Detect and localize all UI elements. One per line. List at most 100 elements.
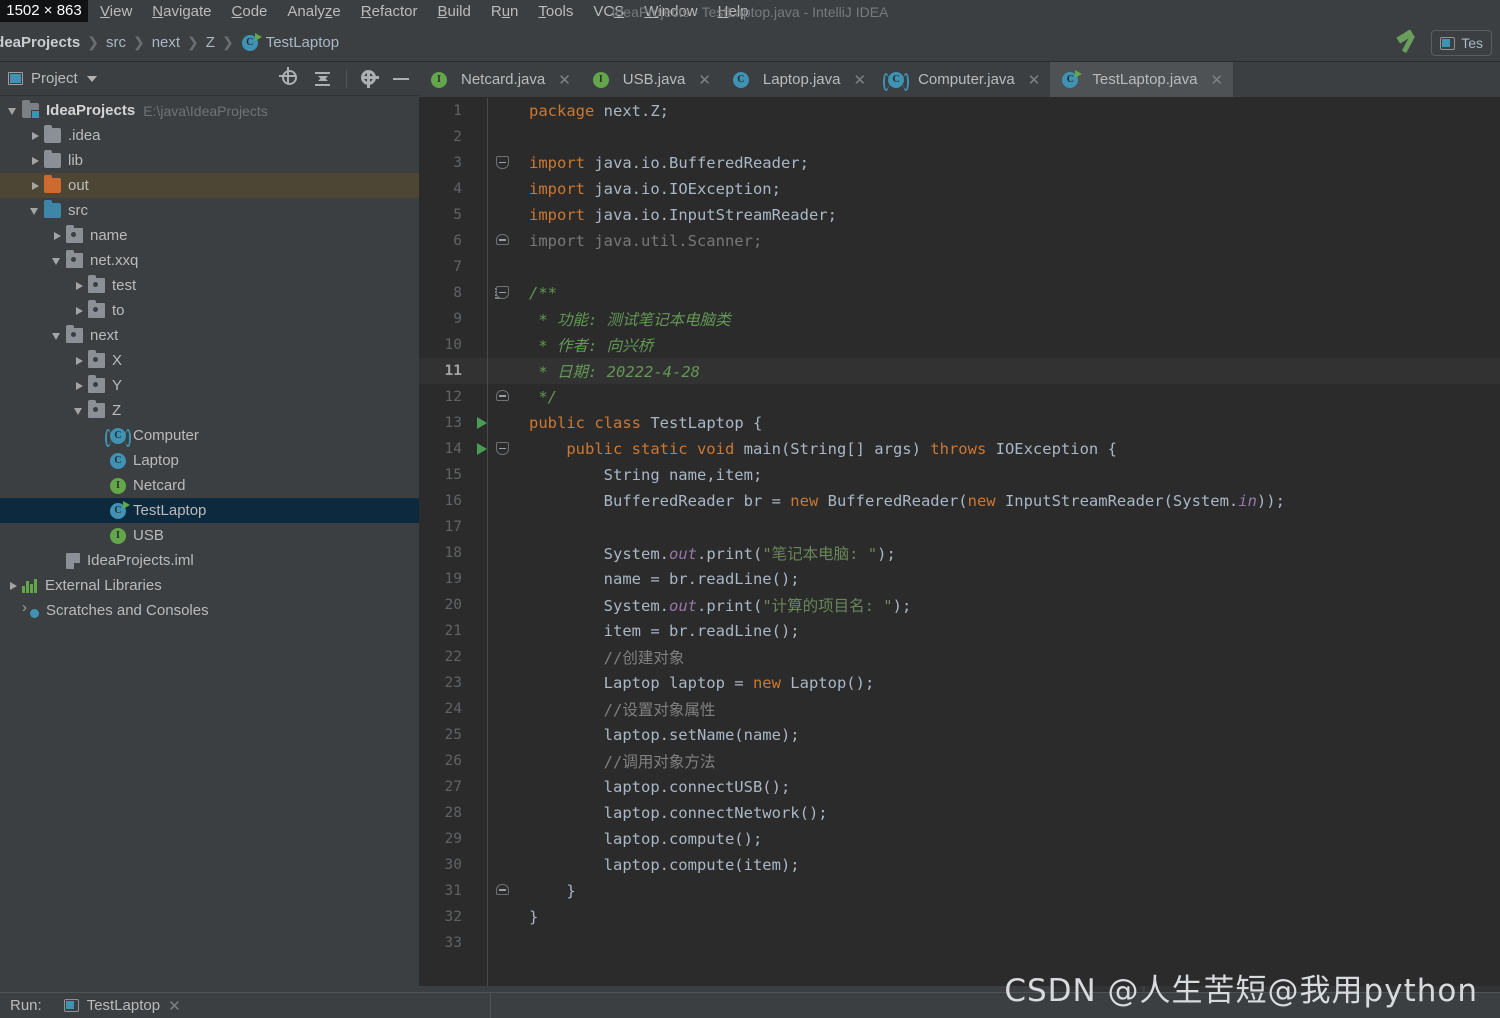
tree-item-ideaprojects-iml[interactable]: IdeaProjects.iml xyxy=(0,548,419,573)
code-text[interactable]: Laptop laptop = new Laptop(); xyxy=(519,674,1500,692)
code-text[interactable]: String name,item; xyxy=(519,466,1500,484)
gutter-markers[interactable] xyxy=(471,488,519,514)
menu-navigate[interactable]: Navigate xyxy=(142,0,221,24)
chevron-right-icon[interactable] xyxy=(28,129,42,143)
tree-item-scratches-and-consoles[interactable]: Scratches and Consoles xyxy=(0,598,419,623)
gutter-markers[interactable] xyxy=(471,202,519,228)
code-line[interactable]: 31 } xyxy=(419,878,1500,904)
gutter-markers[interactable] xyxy=(471,254,519,280)
gutter-markers[interactable] xyxy=(471,124,519,150)
code-text[interactable]: //调用对象方法 xyxy=(519,750,1500,772)
code-line[interactable]: 20 System.out.print("计算的项目名: "); xyxy=(419,592,1500,618)
code-text[interactable]: System.out.print("计算的项目名: "); xyxy=(519,594,1500,616)
code-line[interactable]: 18 System.out.print("笔记本电脑: "); xyxy=(419,540,1500,566)
menu-analyze[interactable]: Analyze xyxy=(277,0,350,24)
code-text[interactable]: name = br.readLine(); xyxy=(519,570,1500,588)
code-line[interactable]: 33 xyxy=(419,930,1500,956)
code-line[interactable]: 29 laptop.compute(); xyxy=(419,826,1500,852)
tree-item-net-xxq[interactable]: net.xxq xyxy=(0,248,419,273)
code-line[interactable]: 10 * 作者: 向兴桥 xyxy=(419,332,1500,358)
code-text[interactable]: laptop.connectNetwork(); xyxy=(519,804,1500,822)
breadcrumb-item-src[interactable]: src xyxy=(103,34,129,51)
code-line[interactable]: 28 laptop.connectNetwork(); xyxy=(419,800,1500,826)
code-fold-end-icon[interactable] xyxy=(496,390,509,401)
chevron-down-icon[interactable] xyxy=(6,104,20,118)
editor-tab-close-icon[interactable]: ✕ xyxy=(853,71,866,89)
menu-vcs[interactable]: VCS xyxy=(583,0,634,24)
code-text[interactable]: laptop.compute(); xyxy=(519,830,1500,848)
tree-item-x[interactable]: X xyxy=(0,348,419,373)
code-line[interactable]: 14 public static void main(String[] args… xyxy=(419,436,1500,462)
code-line[interactable]: 4 import java.io.IOException; xyxy=(419,176,1500,202)
code-text[interactable]: * 作者: 向兴桥 xyxy=(519,334,1500,356)
tree-item-y[interactable]: Y xyxy=(0,373,419,398)
gutter-markers[interactable] xyxy=(471,800,519,826)
gutter-markers[interactable] xyxy=(471,176,519,202)
editor-tab-close-icon[interactable]: ✕ xyxy=(558,71,571,89)
code-text[interactable]: import java.util.Scanner; xyxy=(519,232,1500,250)
code-line[interactable]: 30 laptop.compute(item); xyxy=(419,852,1500,878)
breadcrumb-item-z[interactable]: Z xyxy=(203,34,218,51)
code-text[interactable]: /** xyxy=(519,284,1500,302)
chevron-down-icon[interactable] xyxy=(50,329,64,343)
menu-build[interactable]: Build xyxy=(427,0,480,24)
code-line[interactable]: 23 Laptop laptop = new Laptop(); xyxy=(419,670,1500,696)
code-fold-icon[interactable] xyxy=(496,156,509,169)
gutter-markers[interactable] xyxy=(471,150,519,176)
editor-tab-netcard-java[interactable]: I Netcard.java ✕ xyxy=(419,62,581,97)
code-text[interactable]: } xyxy=(519,908,1500,926)
code-line[interactable]: 21 item = br.readLine(); xyxy=(419,618,1500,644)
tree-item-netcard[interactable]: I Netcard xyxy=(0,473,419,498)
menu-help[interactable]: Help xyxy=(708,0,759,24)
tree-item-ideaprojects[interactable]: IdeaProjects E:\java\IdeaProjects xyxy=(0,98,419,123)
tree-item-out[interactable]: out xyxy=(0,173,419,198)
code-text[interactable]: } xyxy=(519,882,1500,900)
run-panel-tab[interactable]: TestLaptop ✕ xyxy=(63,997,181,1015)
code-text[interactable]: package next.Z; xyxy=(519,102,1500,120)
menu-refactor[interactable]: Refactor xyxy=(351,0,428,24)
run-tab-close-icon[interactable]: ✕ xyxy=(168,997,181,1015)
chevron-right-icon[interactable] xyxy=(28,154,42,168)
code-line[interactable]: 16 BufferedReader br = new BufferedReade… xyxy=(419,488,1500,514)
code-text[interactable]: //设置对象属性 xyxy=(519,698,1500,720)
menu-view[interactable]: View xyxy=(90,0,142,24)
editor-tab-usb-java[interactable]: I USB.java ✕ xyxy=(581,62,721,97)
breadcrumb-item-testlaptop[interactable]: TestLaptop xyxy=(263,34,342,51)
tree-item-computer[interactable]: C Computer xyxy=(0,423,419,448)
code-line[interactable]: 8 /** xyxy=(419,280,1500,306)
gutter-markers[interactable] xyxy=(471,306,519,332)
gutter-markers[interactable] xyxy=(471,436,519,462)
code-fold-icon[interactable] xyxy=(496,286,509,299)
settings-gear-icon[interactable] xyxy=(361,69,379,88)
gutter-markers[interactable] xyxy=(471,592,519,618)
tree-item-test[interactable]: test xyxy=(0,273,419,298)
code-text[interactable]: BufferedReader br = new BufferedReader(n… xyxy=(519,492,1500,510)
run-gutter-icon[interactable] xyxy=(477,443,487,455)
code-line[interactable]: 7 xyxy=(419,254,1500,280)
gutter-markers[interactable] xyxy=(471,514,519,540)
breadcrumb-item-next[interactable]: next xyxy=(149,34,183,51)
chevron-right-icon[interactable] xyxy=(6,579,20,593)
code-line[interactable]: 3 import java.io.BufferedReader; xyxy=(419,150,1500,176)
code-text[interactable]: public class TestLaptop { xyxy=(519,414,1500,432)
gutter-markers[interactable] xyxy=(471,696,519,722)
code-text[interactable]: */ xyxy=(519,388,1500,406)
build-hammer-icon[interactable] xyxy=(1395,31,1421,55)
run-gutter-icon[interactable] xyxy=(477,417,487,429)
chevron-down-icon[interactable] xyxy=(50,254,64,268)
code-text[interactable]: * 功能: 测试笔记本电脑类 xyxy=(519,308,1500,330)
code-line[interactable]: 1 package next.Z; xyxy=(419,98,1500,124)
code-text[interactable]: import java.io.InputStreamReader; xyxy=(519,206,1500,224)
tree-item-external-libraries[interactable]: External Libraries xyxy=(0,573,419,598)
gutter-markers[interactable] xyxy=(471,410,519,436)
gutter-markers[interactable] xyxy=(471,670,519,696)
code-text[interactable]: item = br.readLine(); xyxy=(519,622,1500,640)
code-fold-end-icon[interactable] xyxy=(496,884,509,895)
gutter-markers[interactable] xyxy=(471,228,519,254)
run-configuration-selector[interactable]: Tes xyxy=(1431,30,1492,56)
code-text[interactable]: System.out.print("笔记本电脑: "); xyxy=(519,542,1500,564)
code-line[interactable]: 5 import java.io.InputStreamReader; xyxy=(419,202,1500,228)
code-line[interactable]: 13 public class TestLaptop { xyxy=(419,410,1500,436)
code-text[interactable]: public static void main(String[] args) t… xyxy=(519,440,1500,458)
editor-tab-testlaptop-java[interactable]: C TestLaptop.java ✕ xyxy=(1050,62,1234,97)
